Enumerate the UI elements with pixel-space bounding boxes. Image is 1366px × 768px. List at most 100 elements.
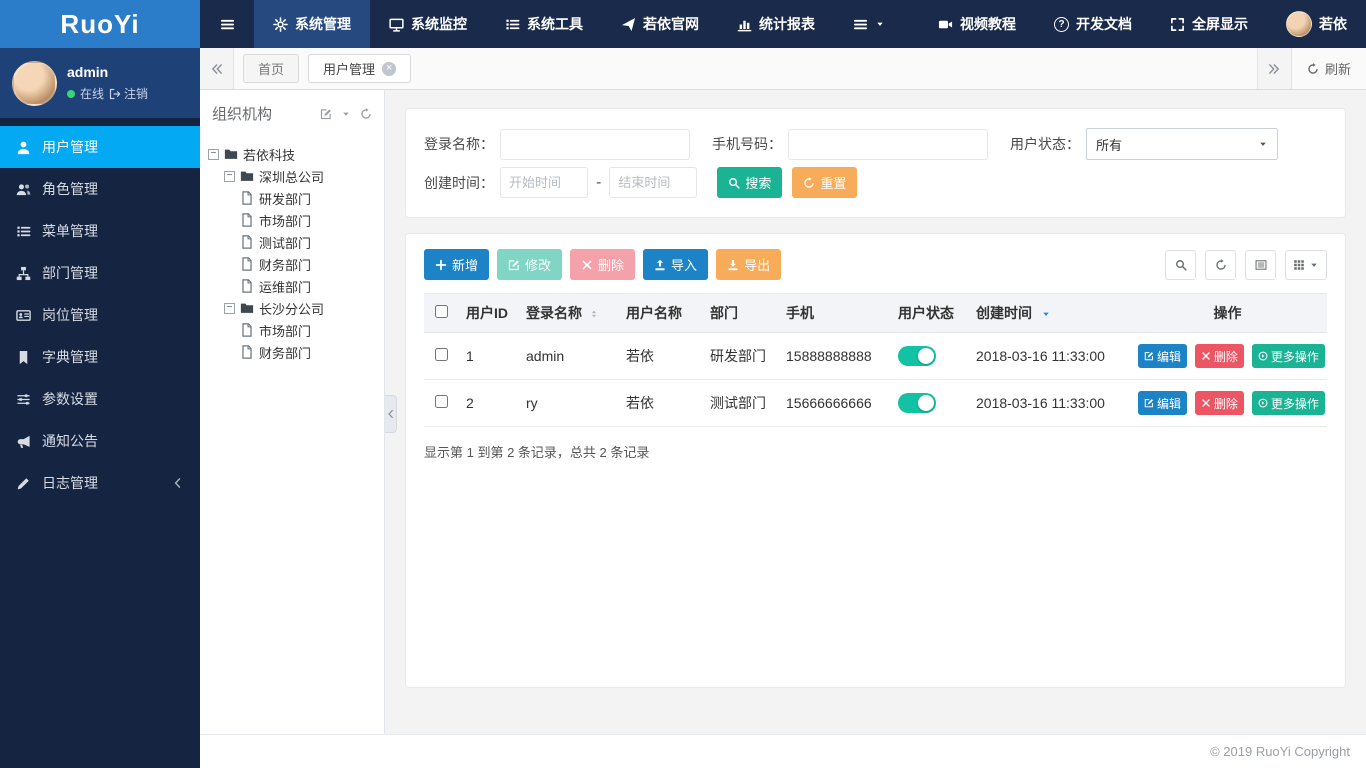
logout-label: 注销 xyxy=(124,87,149,101)
export-button[interactable]: 导出 xyxy=(716,249,782,280)
toggle-search-button[interactable] xyxy=(1165,249,1196,280)
refresh-tree-icon[interactable] xyxy=(360,108,372,120)
col-header-actions: 操作 xyxy=(1213,305,1242,321)
topnav-item-system-monitor[interactable]: 系统监控 xyxy=(370,0,486,48)
sidebar-item-log-manage[interactable]: 日志管理 xyxy=(0,462,200,504)
col-header-login-name[interactable]: 登录名称 xyxy=(518,293,618,333)
tree-expander-icon[interactable] xyxy=(224,170,235,182)
topnav-item-video-tutorial[interactable]: 视频教程 xyxy=(919,14,1035,34)
tree-node[interactable]: 深圳总公司 xyxy=(208,165,376,187)
page-footer: © 2019 RuoYi Copyright xyxy=(200,734,1366,768)
tab-user-manage[interactable]: 用户管理 xyxy=(308,54,412,83)
tab-close-icon[interactable] xyxy=(382,61,397,76)
topnav-item-statistics[interactable]: 统计报表 xyxy=(718,0,834,48)
edit-tree-icon[interactable] xyxy=(320,108,332,120)
topnav-user-menu[interactable]: 若依 xyxy=(1267,11,1366,37)
tree-expander-icon[interactable] xyxy=(224,302,235,314)
topnav-item-label: 若依官网 xyxy=(643,16,699,32)
tree-node-label: 深圳总公司 xyxy=(259,169,325,185)
row-checkbox[interactable] xyxy=(434,348,448,361)
sort-icon[interactable] xyxy=(589,309,599,319)
import-button-label: 导入 xyxy=(671,258,698,273)
collapse-tree-icon[interactable] xyxy=(341,109,351,119)
logout-link[interactable]: 注销 xyxy=(109,85,148,102)
cell-user-id: 2 xyxy=(466,395,474,411)
table-toolbar: 新增 修改 删除 导入 导出 xyxy=(406,234,1345,293)
sidebar-menu: 用户管理 角色管理 菜单管理 部门管理 岗位管理 字典管理 参数设置 通知公告 … xyxy=(0,126,200,504)
refresh-table-button[interactable] xyxy=(1205,249,1236,280)
edit-button[interactable]: 修改 xyxy=(497,249,563,280)
user-status-toggle[interactable] xyxy=(898,346,936,366)
end-time-input[interactable] xyxy=(609,167,698,198)
select-all-checkbox[interactable] xyxy=(434,305,448,318)
tree-node-root[interactable]: 若依科技 xyxy=(208,143,376,165)
tab-home[interactable]: 首页 xyxy=(243,54,300,83)
sidebar-item-dept-manage[interactable]: 部门管理 xyxy=(0,252,200,294)
avatar[interactable] xyxy=(12,60,57,106)
columns-button[interactable] xyxy=(1285,249,1327,280)
tree-node[interactable]: 市场部门 xyxy=(208,319,376,341)
cell-user-id: 1 xyxy=(466,348,474,364)
tree-expander-icon[interactable] xyxy=(208,148,219,160)
tab-label: 首页 xyxy=(258,62,285,77)
reset-button[interactable]: 重置 xyxy=(792,167,858,198)
topnav-item-label: 系统工具 xyxy=(527,16,583,32)
tree-node-label: 长沙分公司 xyxy=(259,301,325,317)
export-button-label: 导出 xyxy=(744,258,771,273)
user-status-select[interactable]: 所有 xyxy=(1086,128,1278,160)
main-area: 首页 用户管理 刷新 xyxy=(200,48,1366,768)
col-header-user-name: 用户名称 xyxy=(626,305,682,321)
user-status-toggle[interactable] xyxy=(898,393,936,413)
topnav-item-system-tools[interactable]: 系统工具 xyxy=(486,0,602,48)
tabs-scroll-right-button[interactable] xyxy=(1256,48,1291,89)
tree-node[interactable]: 财务部门 xyxy=(208,253,376,275)
phone-input[interactable] xyxy=(788,128,988,160)
topnav-item-fullscreen[interactable]: 全屏显示 xyxy=(1151,14,1267,34)
angles-left-icon xyxy=(211,63,223,75)
tree-node[interactable]: 财务部门 xyxy=(208,341,376,363)
user-table-wrap: 用户ID 登录名称 用户名称 部门 手机 用户状态 创建时间 操作 1 admi… xyxy=(406,293,1345,427)
toggle-knob xyxy=(918,348,934,364)
tree-panel-collapse-handle[interactable] xyxy=(385,395,397,433)
start-time-input[interactable] xyxy=(500,167,588,198)
sidebar-item-menu-manage[interactable]: 菜单管理 xyxy=(0,210,200,252)
sidebar-toggle-button[interactable] xyxy=(200,0,254,48)
add-button[interactable]: 新增 xyxy=(424,249,490,280)
import-button[interactable]: 导入 xyxy=(643,249,709,280)
topnav-item-dev-docs[interactable]: 开发文档 xyxy=(1035,14,1151,34)
topnav-item-system-manage[interactable]: 系统管理 xyxy=(254,0,370,48)
tree-node[interactable]: 运维部门 xyxy=(208,275,376,297)
tabs-scroll-left-button[interactable] xyxy=(200,48,234,89)
sidebar-item-post-manage[interactable]: 岗位管理 xyxy=(0,294,200,336)
row-edit-button[interactable]: 编辑 xyxy=(1138,391,1188,415)
col-header-create-time[interactable]: 创建时间 xyxy=(968,293,1128,333)
row-more-actions-button[interactable]: 更多操作 xyxy=(1251,344,1325,368)
sidebar-item-notice[interactable]: 通知公告 xyxy=(0,420,200,462)
tree-node[interactable]: 测试部门 xyxy=(208,231,376,253)
delete-button[interactable]: 删除 xyxy=(570,249,636,280)
date-range-separator: - xyxy=(596,173,602,191)
login-name-input[interactable] xyxy=(500,128,690,160)
row-checkbox[interactable] xyxy=(434,395,448,408)
topnav-more-menu[interactable] xyxy=(834,0,904,48)
sidebar-item-param-settings[interactable]: 参数设置 xyxy=(0,378,200,420)
cell-dept: 研发部门 xyxy=(710,348,766,364)
folder-icon xyxy=(240,301,254,315)
tree-node[interactable]: 研发部门 xyxy=(208,187,376,209)
sort-desc-icon[interactable] xyxy=(1041,309,1051,319)
sidebar-item-user-manage[interactable]: 用户管理 xyxy=(0,126,200,168)
app-logo[interactable]: RuoYi xyxy=(0,0,200,48)
row-more-actions-button[interactable]: 更多操作 xyxy=(1251,391,1325,415)
table-row: 2 ry 若依 测试部门 15666666666 2018-03-16 11:3… xyxy=(424,379,1327,427)
tree-node[interactable]: 市场部门 xyxy=(208,209,376,231)
tab-refresh-button[interactable]: 刷新 xyxy=(1290,48,1366,89)
sidebar-item-role-manage[interactable]: 角色管理 xyxy=(0,168,200,210)
tree-node[interactable]: 长沙分公司 xyxy=(208,297,376,319)
sidebar-item-dict-manage[interactable]: 字典管理 xyxy=(0,336,200,378)
detail-view-button[interactable] xyxy=(1245,249,1276,280)
row-delete-button[interactable]: 删除 xyxy=(1194,344,1244,368)
row-edit-button[interactable]: 编辑 xyxy=(1138,344,1188,368)
row-delete-button[interactable]: 删除 xyxy=(1194,391,1244,415)
search-button[interactable]: 搜索 xyxy=(717,167,783,198)
topnav-item-official-site[interactable]: 若依官网 xyxy=(602,0,718,48)
